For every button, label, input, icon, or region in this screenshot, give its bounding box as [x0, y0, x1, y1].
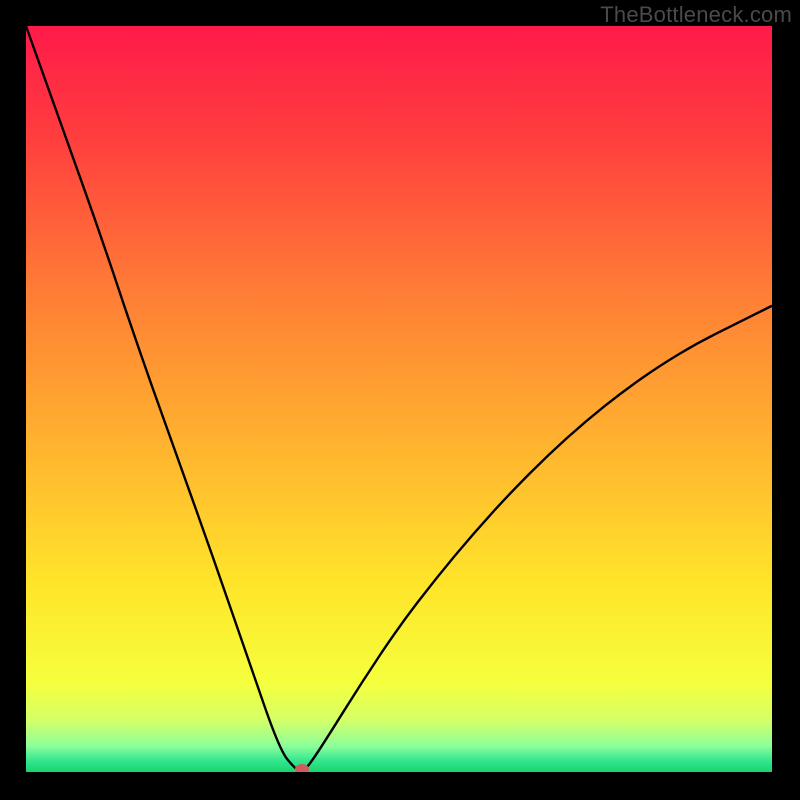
chart-svg — [26, 26, 772, 772]
chart-frame: TheBottleneck.com — [0, 0, 800, 800]
watermark-label: TheBottleneck.com — [600, 2, 792, 28]
gradient-background — [26, 26, 772, 772]
plot-area — [26, 26, 772, 772]
